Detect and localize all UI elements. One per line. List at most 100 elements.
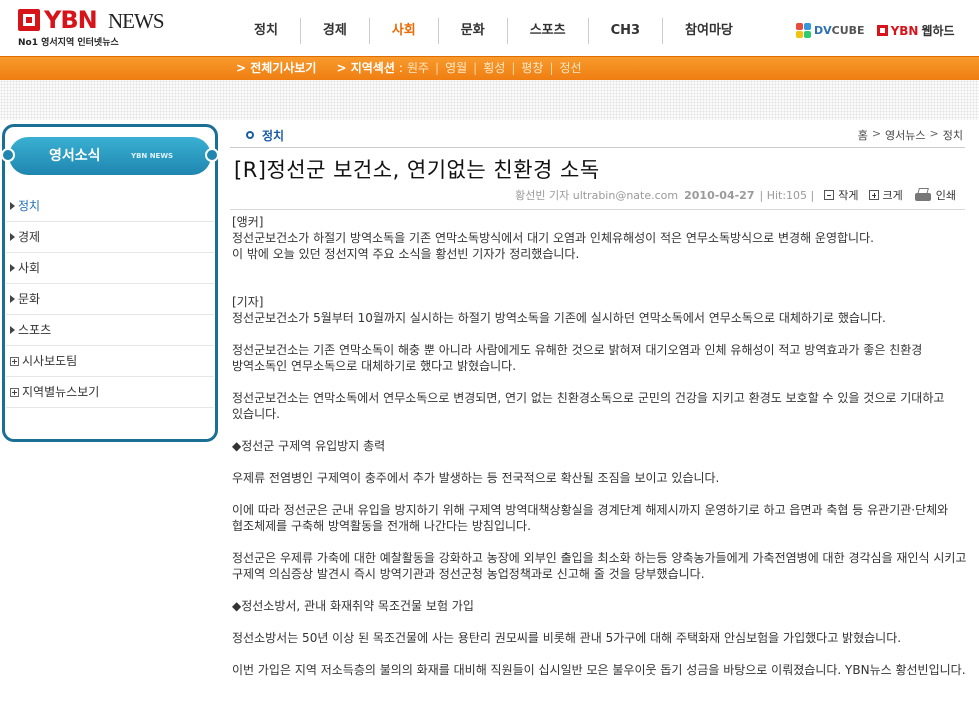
nav-item[interactable]: 문화 bbox=[439, 18, 508, 44]
sidebar-item-label: 정치 bbox=[18, 198, 41, 213]
all-articles-link[interactable]: > 전체기사보기 bbox=[236, 57, 316, 81]
decorative-dotted-band bbox=[0, 80, 979, 120]
body-paragraph bbox=[232, 422, 970, 438]
nav-item[interactable]: 정치 bbox=[232, 18, 301, 44]
article-meta: 황선빈 기자 ultrabin@nate.com 2010-04-27 | Hi… bbox=[515, 186, 956, 204]
sidebar-item[interactable]: 경제 bbox=[6, 222, 214, 253]
sidebar-item[interactable]: 사회 bbox=[6, 253, 214, 284]
breadcrumb-separator-icon: > bbox=[929, 127, 939, 140]
plus-icon bbox=[868, 190, 879, 200]
sidebar-item[interactable]: 시사보도팀 bbox=[6, 346, 214, 377]
nav-item[interactable]: 사회 bbox=[370, 18, 439, 44]
dvcube-label: DVCUBE bbox=[814, 24, 865, 37]
body-paragraph: 정선군보건소가 하절기 방역소독을 기존 연막소독방식에서 대기 오염과 인체유… bbox=[232, 231, 874, 245]
breadcrumb-home[interactable]: 홈 bbox=[858, 127, 868, 143]
body-paragraph bbox=[232, 374, 970, 390]
body-paragraph bbox=[232, 326, 970, 342]
region-section-label: > 지역섹션 bbox=[336, 61, 395, 75]
body-paragraph bbox=[232, 534, 970, 550]
arrow-right-icon bbox=[10, 233, 15, 241]
logo-news-text: NEWS bbox=[108, 9, 164, 33]
sidebar-menu: 정치경제사회문화스포츠시사보도팀지역별뉴스보기 bbox=[6, 191, 214, 408]
sidebar-item-label: 사회 bbox=[18, 260, 41, 275]
region-link[interactable]: 원주 bbox=[407, 57, 429, 81]
logo-ybn-text: YBN bbox=[44, 6, 98, 34]
region-separator: | bbox=[549, 61, 554, 75]
minus-icon bbox=[824, 190, 835, 200]
body-paragraph bbox=[232, 614, 970, 630]
sidebar-title-banner: 영서소식 YBN NEWS bbox=[1, 137, 219, 175]
breadcrumb: 홈 > 영서뉴스 > 정치 bbox=[858, 127, 963, 143]
sidebar-title: 영서소식 bbox=[49, 148, 101, 164]
dvcube-link[interactable]: DVCUBE bbox=[796, 23, 865, 38]
arrow-right-icon bbox=[10, 202, 15, 210]
sidebar-item[interactable]: 정치 bbox=[6, 191, 214, 222]
body-paragraph: 정선군보건소가 5월부터 10월까지 실시하는 하절기 방역소독을 기존에 실시… bbox=[232, 311, 886, 325]
font-smaller-button[interactable]: 작게 bbox=[824, 187, 859, 203]
region-separator: | bbox=[435, 61, 440, 75]
font-larger-button[interactable]: 크게 bbox=[868, 187, 903, 203]
article-author: 황선빈 기자 ultrabin@nate.com bbox=[515, 189, 679, 202]
logo-tagline: No1 영서지역 인터넷뉴스 bbox=[18, 38, 119, 48]
body-paragraph bbox=[232, 486, 970, 502]
region-link[interactable]: 평창 bbox=[521, 57, 543, 81]
main-navigation: 정치 경제 사회 문화 스포츠 CH3 참여마당 bbox=[232, 18, 755, 44]
font-larger-label: 크게 bbox=[882, 189, 903, 202]
body-paragraph: 정선군보건소는 연막소독에서 연무소독으로 변경되면, 연기 없는 친환경소독으… bbox=[232, 391, 945, 421]
region-link[interactable]: 횡성 bbox=[483, 57, 505, 81]
print-label: 인쇄 bbox=[935, 189, 956, 202]
sidebar-item[interactable]: 지역별뉴스보기 bbox=[6, 377, 214, 408]
body-paragraph bbox=[232, 262, 970, 278]
expand-plus-icon bbox=[10, 356, 19, 366]
nav-item[interactable]: CH3 bbox=[589, 18, 664, 44]
article-body: [앵커] 정선군보건소가 하절기 방역소독을 기존 연막소독방식에서 대기 오염과… bbox=[232, 214, 970, 678]
nav-item[interactable]: 참여마당 bbox=[663, 18, 755, 44]
printer-icon bbox=[913, 188, 933, 202]
ybn-webhard-label: YBN 웹하드 bbox=[890, 24, 955, 38]
sidebar-item[interactable]: 문화 bbox=[6, 284, 214, 315]
region-link[interactable]: 정선 bbox=[560, 57, 582, 81]
sidebar: 영서소식 YBN NEWS 정치경제사회문화스포츠시사보도팀지역별뉴스보기 bbox=[1, 124, 219, 442]
sidebar-item[interactable]: 스포츠 bbox=[6, 315, 214, 346]
region-separator: | bbox=[473, 61, 478, 75]
partner-links: DVCUBE YBN 웹하드 bbox=[796, 22, 955, 39]
body-paragraph bbox=[232, 582, 970, 598]
region-links: 원주 | 영월 | 횡성 | 평창 | 정선 bbox=[407, 57, 582, 81]
category-row: 정치 홈 > 영서뉴스 > 정치 bbox=[230, 124, 965, 146]
sidebar-item-label: 문화 bbox=[18, 291, 41, 306]
font-smaller-label: 작게 bbox=[838, 189, 859, 202]
body-paragraph: 정선소방서는 50년 이상 된 목조건물에 사는 용탄리 권모씨를 비롯해 관내… bbox=[232, 631, 902, 645]
category-label: 정치 bbox=[262, 129, 285, 143]
sidebar-item-label: 시사보도팀 bbox=[22, 353, 78, 368]
body-paragraph: [앵커] bbox=[232, 215, 264, 229]
sidebar-item-label: 경제 bbox=[18, 229, 41, 244]
dvcube-icon bbox=[796, 23, 811, 38]
breadcrumb-section[interactable]: 영서뉴스 bbox=[885, 127, 925, 143]
ybn-webhard-icon bbox=[876, 25, 888, 36]
body-paragraph: 이에 따라 정선군은 군내 유입을 방지하기 위해 구제역 방역대책상황실을 경… bbox=[232, 503, 949, 533]
body-paragraph: ◆정선군 구제역 유입방지 총력 bbox=[232, 439, 386, 453]
ybn-news-logo[interactable]: YBN NEWS No1 영서지역 인터넷뉴스 bbox=[18, 6, 168, 48]
arrow-right-icon bbox=[10, 295, 15, 303]
body-paragraph: [기자] bbox=[232, 295, 264, 309]
nav-item[interactable]: 경제 bbox=[301, 18, 370, 44]
body-paragraph: 이 밖에 오늘 있던 정선지역 주요 소식을 황선빈 기자가 정리했습니다. bbox=[232, 247, 580, 261]
meta-divider bbox=[230, 209, 965, 210]
breadcrumb-category[interactable]: 정치 bbox=[943, 127, 963, 143]
category-bullet-icon bbox=[246, 131, 254, 139]
nav-item[interactable]: 스포츠 bbox=[508, 18, 589, 44]
sidebar-subtitle: YBN NEWS bbox=[131, 152, 174, 160]
ybn-logo-icon bbox=[18, 9, 40, 31]
banner-knob-right bbox=[205, 148, 219, 162]
expand-plus-icon bbox=[10, 387, 19, 397]
body-paragraph: ◆정선소방서, 관내 화재취약 목조건물 보험 가입 bbox=[232, 599, 474, 613]
print-button[interactable]: 인쇄 bbox=[913, 187, 956, 203]
body-paragraph bbox=[232, 278, 970, 294]
ybn-webhard-link[interactable]: YBN 웹하드 bbox=[876, 22, 955, 39]
body-paragraph: 우제류 전염병인 구제역이 충주에서 추가 발생하는 등 전국적으로 확산될 조… bbox=[232, 471, 720, 485]
region-link[interactable]: 영월 bbox=[445, 57, 467, 81]
banner-knob-left bbox=[1, 148, 15, 162]
sidebar-item-label: 지역별뉴스보기 bbox=[22, 384, 100, 399]
body-paragraph: 이번 가입은 지역 저소득층의 불의의 화재를 대비해 직원들이 십시일반 모은… bbox=[232, 663, 966, 677]
body-paragraph: 정선군은 우제류 가축에 대한 예찰활동을 강화하고 농장에 외부인 출입을 최… bbox=[232, 551, 967, 581]
